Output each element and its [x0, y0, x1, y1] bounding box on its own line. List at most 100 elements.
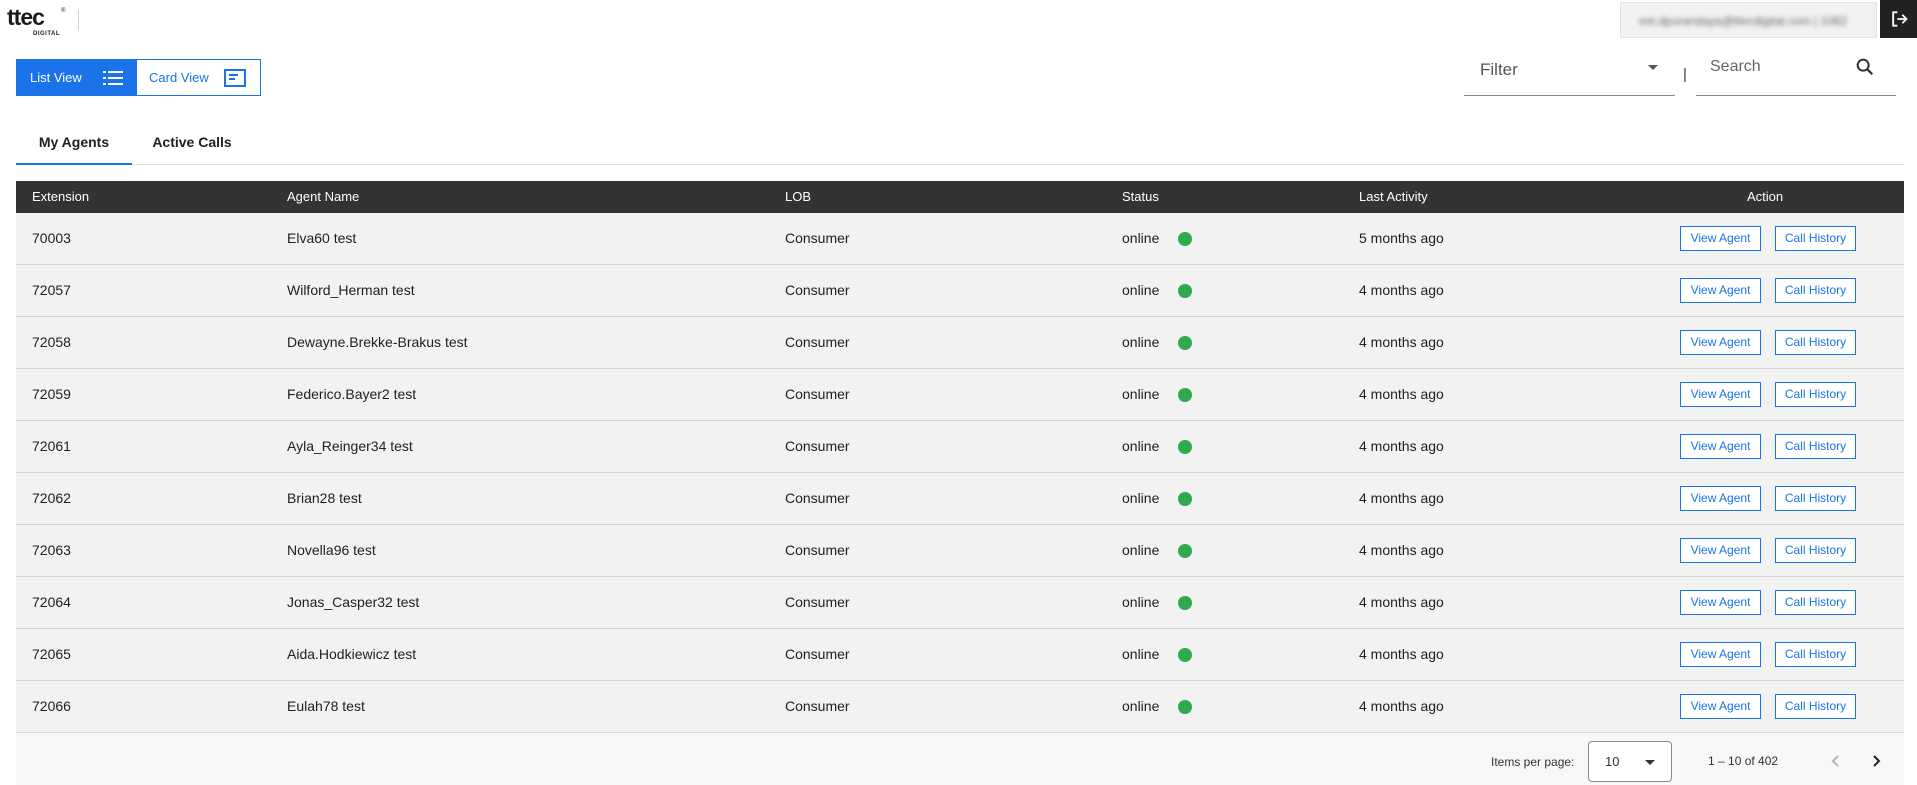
- cell-last-activity: 4 months ago: [1359, 594, 1444, 610]
- previous-page-button[interactable]: [1820, 745, 1852, 777]
- filter-select[interactable]: Filter: [1464, 50, 1675, 96]
- search-input[interactable]: [1710, 58, 1840, 76]
- status-online-indicator: [1178, 648, 1192, 662]
- cell-agent-name: Ayla_Reinger34 test: [287, 438, 413, 454]
- cell-agent-name: Brian28 test: [287, 490, 362, 506]
- cell-lob: Consumer: [785, 490, 850, 506]
- next-page-button[interactable]: [1860, 745, 1892, 777]
- cell-extension: 72063: [32, 542, 71, 558]
- items-per-page-value: 10: [1605, 754, 1620, 769]
- cell-lob: Consumer: [785, 594, 850, 610]
- chevron-right-icon: [1873, 755, 1881, 767]
- view-agent-button[interactable]: View Agent: [1680, 434, 1761, 459]
- list-icon: [103, 70, 123, 86]
- call-history-button[interactable]: Call History: [1775, 330, 1856, 355]
- column-header-agent-name: Agent Name: [287, 189, 360, 204]
- ttec-digital-logo: ttec ® DIGITAL: [7, 6, 67, 38]
- cell-status: online: [1122, 490, 1160, 506]
- list-view-button[interactable]: List View: [17, 60, 137, 95]
- cell-extension: 72066: [32, 698, 71, 714]
- call-history-button[interactable]: Call History: [1775, 642, 1856, 667]
- status-online-indicator: [1178, 284, 1192, 298]
- cell-extension: 72061: [32, 438, 71, 454]
- view-agent-button[interactable]: View Agent: [1680, 382, 1761, 407]
- cell-lob: Consumer: [785, 386, 850, 402]
- cell-extension: 72062: [32, 490, 71, 506]
- status-online-indicator: [1178, 700, 1192, 714]
- cell-extension: 72057: [32, 282, 71, 298]
- cell-agent-name: Aida.Hodkiewicz test: [287, 646, 417, 662]
- card-view-label: Card View: [149, 70, 209, 85]
- cell-agent-name: Jonas_Casper32 test: [287, 594, 420, 610]
- table-row: 72062 Brian28 test Consumer online 4 mon…: [16, 473, 1904, 525]
- table-row: 72066 Eulah78 test Consumer online 4 mon…: [16, 681, 1904, 733]
- table-row: 72063 Novella96 test Consumer online 4 m…: [16, 525, 1904, 577]
- call-history-button[interactable]: Call History: [1775, 590, 1856, 615]
- cell-lob: Consumer: [785, 542, 850, 558]
- cell-last-activity: 4 months ago: [1359, 386, 1444, 402]
- cell-last-activity: 4 months ago: [1359, 438, 1444, 454]
- table-header: Extension Agent Name LOB Status Last Act…: [16, 181, 1904, 213]
- cell-status: online: [1122, 698, 1160, 714]
- cell-last-activity: 4 months ago: [1359, 646, 1444, 662]
- cell-lob: Consumer: [785, 334, 850, 350]
- items-per-page-select[interactable]: 10: [1588, 741, 1672, 782]
- cell-lob: Consumer: [785, 698, 850, 714]
- cell-status: online: [1122, 646, 1160, 662]
- column-header-status: Status: [1122, 189, 1159, 204]
- view-agent-button[interactable]: View Agent: [1680, 590, 1761, 615]
- items-per-page-label: Items per page:: [1491, 755, 1575, 769]
- cell-agent-name: Dewayne.Brekke-Brakus test: [287, 334, 468, 350]
- cell-extension: 72064: [32, 594, 71, 610]
- cell-status: online: [1122, 542, 1160, 558]
- call-history-button[interactable]: Call History: [1775, 226, 1856, 251]
- call-history-button[interactable]: Call History: [1775, 486, 1856, 511]
- call-history-button[interactable]: Call History: [1775, 382, 1856, 407]
- agents-table: Extension Agent Name LOB Status Last Act…: [16, 181, 1904, 733]
- user-email: ext.dpurandaya@ttecdigital.com | 1062: [1639, 14, 1848, 28]
- table-row: 72065 Aida.Hodkiewicz test Consumer onli…: [16, 629, 1904, 681]
- logout-button[interactable]: [1880, 0, 1917, 38]
- cell-agent-name: Novella96 test: [287, 542, 376, 558]
- table-row: 70003 Elva60 test Consumer online 5 mont…: [16, 213, 1904, 265]
- cell-last-activity: 4 months ago: [1359, 542, 1444, 558]
- search-icon[interactable]: [1854, 56, 1876, 83]
- cell-lob: Consumer: [785, 646, 850, 662]
- filter-label: Filter: [1480, 60, 1518, 79]
- status-online-indicator: [1178, 232, 1192, 246]
- tab-my-agents[interactable]: My Agents: [16, 120, 132, 164]
- view-agent-button[interactable]: View Agent: [1680, 642, 1761, 667]
- column-header-extension: Extension: [32, 189, 90, 204]
- card-icon: [224, 68, 246, 87]
- status-online-indicator: [1178, 336, 1192, 350]
- table-row: 72057 Wilford_Herman test Consumer onlin…: [16, 265, 1904, 317]
- call-history-button[interactable]: Call History: [1775, 694, 1856, 719]
- view-agent-button[interactable]: View Agent: [1680, 330, 1761, 355]
- cell-last-activity: 5 months ago: [1359, 230, 1444, 246]
- cell-lob: Consumer: [785, 282, 850, 298]
- view-agent-button[interactable]: View Agent: [1680, 278, 1761, 303]
- tab-active-calls[interactable]: Active Calls: [132, 120, 252, 164]
- cell-extension: 72059: [32, 386, 71, 402]
- cell-last-activity: 4 months ago: [1359, 698, 1444, 714]
- logo-registered-mark: ®: [61, 8, 66, 14]
- view-agent-button[interactable]: View Agent: [1680, 226, 1761, 251]
- column-header-last-activity: Last Activity: [1359, 189, 1428, 204]
- user-info: ext.dpurandaya@ttecdigital.com | 1062: [1620, 2, 1877, 38]
- cell-agent-name: Eulah78 test: [287, 698, 365, 714]
- cell-status: online: [1122, 282, 1160, 298]
- paginator: Items per page: 10 1 – 10 of 402: [16, 733, 1904, 785]
- cell-status: online: [1122, 334, 1160, 350]
- list-view-label: List View: [30, 70, 82, 85]
- call-history-button[interactable]: Call History: [1775, 278, 1856, 303]
- table-row: 72064 Jonas_Casper32 test Consumer onlin…: [16, 577, 1904, 629]
- dropdown-arrow-icon: [1648, 65, 1658, 70]
- view-agent-button[interactable]: View Agent: [1680, 486, 1761, 511]
- call-history-button[interactable]: Call History: [1775, 434, 1856, 459]
- view-agent-button[interactable]: View Agent: [1680, 538, 1761, 563]
- status-online-indicator: [1178, 596, 1192, 610]
- search-field: [1696, 50, 1896, 96]
- view-agent-button[interactable]: View Agent: [1680, 694, 1761, 719]
- card-view-button[interactable]: Card View: [137, 60, 260, 95]
- call-history-button[interactable]: Call History: [1775, 538, 1856, 563]
